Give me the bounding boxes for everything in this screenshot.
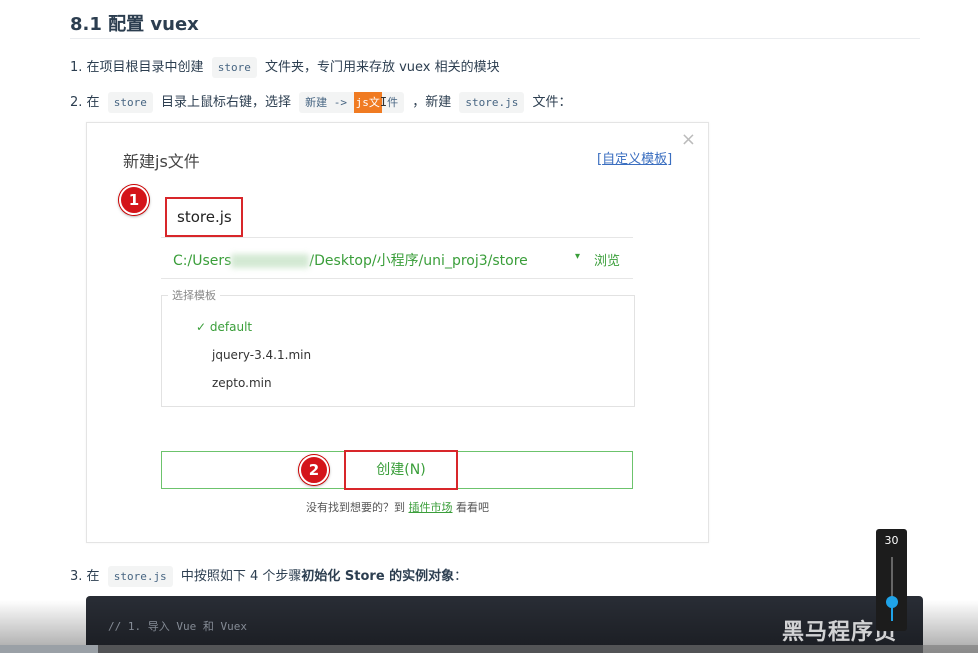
chevron-down-icon[interactable]: ▾ [575, 251, 580, 262]
menu-path-text: 件 [387, 96, 399, 109]
path-suffix: /Desktop/小程序/uni_proj3/store [309, 253, 528, 269]
volume-slider[interactable] [886, 557, 898, 621]
path-field[interactable]: C:/Users/Desktop/小程序/uni_proj3/store ▾ 浏… [161, 237, 633, 279]
video-progress-bar[interactable] [0, 645, 978, 653]
step-number: 1. [70, 60, 83, 75]
footer-text: 看看吧 [456, 501, 489, 514]
inline-code: store [107, 92, 153, 113]
custom-template-link[interactable]: [自定义模板] [597, 148, 672, 167]
text-highlight: js文 [353, 92, 382, 113]
step-text: 在 [86, 569, 100, 584]
step-text: 文件： [532, 95, 572, 110]
annotation-badge-1: 1 [119, 185, 149, 215]
volume-popup: 30 [876, 529, 907, 631]
template-group: 选择模板 ✓ default jquery-3.4.1.min zepto.mi… [161, 287, 635, 407]
step-text: 中按照如下 4 个步骤 [180, 569, 302, 584]
step-text: 文件夹，专门用来存放 vuex 相关的模块 [264, 60, 500, 75]
path-value: C:/Users/Desktop/小程序/uni_proj3/store [173, 250, 528, 270]
new-js-file-dialog: 新建js文件 × [自定义模板] 1 store.js C:/Users/Des… [86, 122, 709, 543]
check-icon: ✓ [196, 320, 207, 334]
create-button-label: 创建(N) [344, 450, 458, 490]
step-number: 2. [70, 95, 83, 110]
code-comment: // 1. 导入 Vue 和 Vuex [108, 620, 247, 633]
template-label: default [209, 320, 253, 334]
volume-value: 30 [884, 534, 899, 547]
browse-button[interactable]: 浏览 [594, 250, 620, 269]
divider [70, 38, 920, 39]
inline-code-menu-path: 新建 -> js文I件 [299, 92, 405, 113]
bracket: ] [667, 152, 673, 167]
plugin-market-link[interactable]: 插件市场 [409, 501, 453, 514]
close-icon[interactable]: × [681, 129, 696, 150]
inline-code: store.js [107, 566, 173, 587]
inline-code: store [211, 57, 257, 78]
step-3: 3. 在 store.js 中按照如下 4 个步骤初始化 Store 的实例对象… [70, 565, 468, 587]
volume-knob[interactable] [886, 596, 898, 608]
step-number: 3. [70, 569, 83, 584]
inline-code: store.js [459, 92, 525, 113]
template-item-zepto[interactable]: zepto.min [212, 376, 272, 390]
create-button[interactable]: 创建(N) [161, 450, 633, 490]
path-prefix: C:/Users [173, 253, 232, 269]
step-2: 2. 在 store 目录上鼠标右键，选择 新建 -> js文I件 ，新建 st… [70, 91, 572, 113]
file-name-input[interactable]: store.js [165, 197, 243, 237]
step-text: ： [454, 569, 468, 584]
custom-template-label: 自定义模板 [602, 152, 668, 167]
template-legend: 选择模板 [168, 287, 220, 303]
menu-path-text: 新建 -> [305, 96, 354, 109]
dialog-footer: 没有找到想要的？到 插件市场 看看吧 [87, 499, 708, 515]
template-item-default[interactable]: ✓ default [196, 320, 252, 334]
step-text: 目录上鼠标右键，选择 [160, 95, 291, 110]
step-1: 1. 在项目根目录中创建 store 文件夹，专门用来存放 vuex 相关的模块 [70, 56, 500, 78]
section-title: 8.1 配置 vuex [70, 14, 199, 35]
redacted-username [231, 254, 310, 268]
step-text: ，新建 [412, 95, 452, 110]
step-text: 在 [86, 95, 100, 110]
footer-text: 没有找到想要的？到 [306, 501, 405, 514]
step-bold-text: 初始化 Store 的实例对象 [301, 569, 455, 584]
progress-fill [0, 645, 98, 653]
dialog-title: 新建js文件 [123, 152, 200, 171]
step-text: 在项目根目录中创建 [86, 60, 204, 75]
template-item-jquery[interactable]: jquery-3.4.1.min [212, 348, 311, 362]
